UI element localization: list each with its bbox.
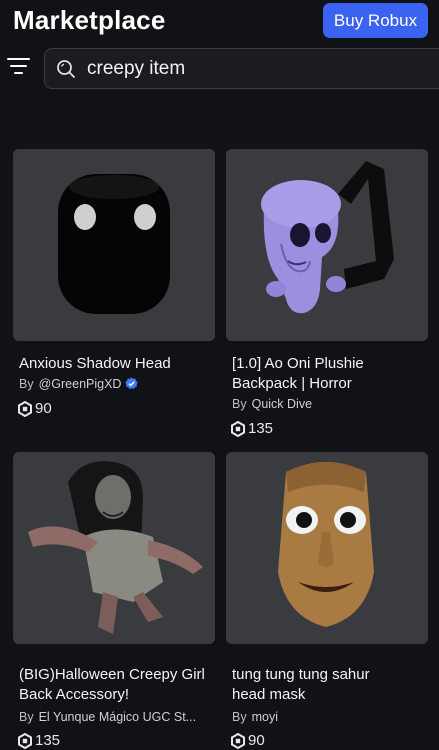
search-icon [56, 59, 76, 79]
creepy-girl-image [13, 452, 215, 644]
page-title: Marketplace [13, 5, 166, 35]
item-creator[interactable]: By moyi [232, 710, 428, 724]
item-name[interactable]: Anxious Shadow Head [19, 354, 213, 374]
robux-icon [230, 732, 246, 749]
item-creator[interactable]: By Quick Dive [232, 397, 428, 411]
item-name[interactable]: (BIG)Halloween Creepy Girl Back Accessor… [19, 665, 213, 705]
item-price: 135 [230, 420, 273, 437]
item-creator[interactable]: By El Yunque Mágico UGC St... [19, 710, 215, 724]
search-input[interactable]: creepy item [44, 48, 439, 89]
item-price: 90 [17, 400, 52, 417]
item-price: 90 [230, 732, 265, 749]
search-query[interactable]: creepy item [87, 58, 185, 80]
tung-sahur-mask-image [226, 452, 428, 644]
item-thumbnail[interactable] [226, 452, 428, 644]
verified-badge-icon [125, 377, 139, 390]
shadow-head-image [13, 149, 215, 341]
item-thumbnail[interactable] [13, 452, 215, 644]
item-card[interactable]: (BIG)Halloween Creepy Girl Back Accessor… [13, 452, 215, 750]
robux-icon [17, 732, 33, 749]
item-card[interactable]: tung tung tung sahur head mask By moyi 90 [226, 452, 428, 750]
ao-oni-backpack-image [226, 149, 428, 341]
item-price: 135 [17, 732, 60, 749]
item-card[interactable]: [1.0] Ao Oni Plushie Backpack | Horror B… [226, 149, 428, 444]
item-card[interactable]: Anxious Shadow Head By @GreenPigXD 90 [13, 149, 215, 424]
robux-icon [230, 420, 246, 437]
item-name[interactable]: [1.0] Ao Oni Plushie Backpack | Horror [232, 354, 426, 394]
item-name[interactable]: tung tung tung sahur head mask [232, 665, 426, 705]
item-thumbnail[interactable] [226, 149, 428, 341]
header: Marketplace Buy Robux [0, 0, 439, 44]
item-creator[interactable]: By @GreenPigXD [19, 377, 215, 391]
item-thumbnail[interactable] [13, 149, 215, 341]
robux-icon [17, 400, 33, 417]
buy-robux-button[interactable]: Buy Robux [323, 3, 428, 38]
filter-icon[interactable] [7, 55, 31, 79]
